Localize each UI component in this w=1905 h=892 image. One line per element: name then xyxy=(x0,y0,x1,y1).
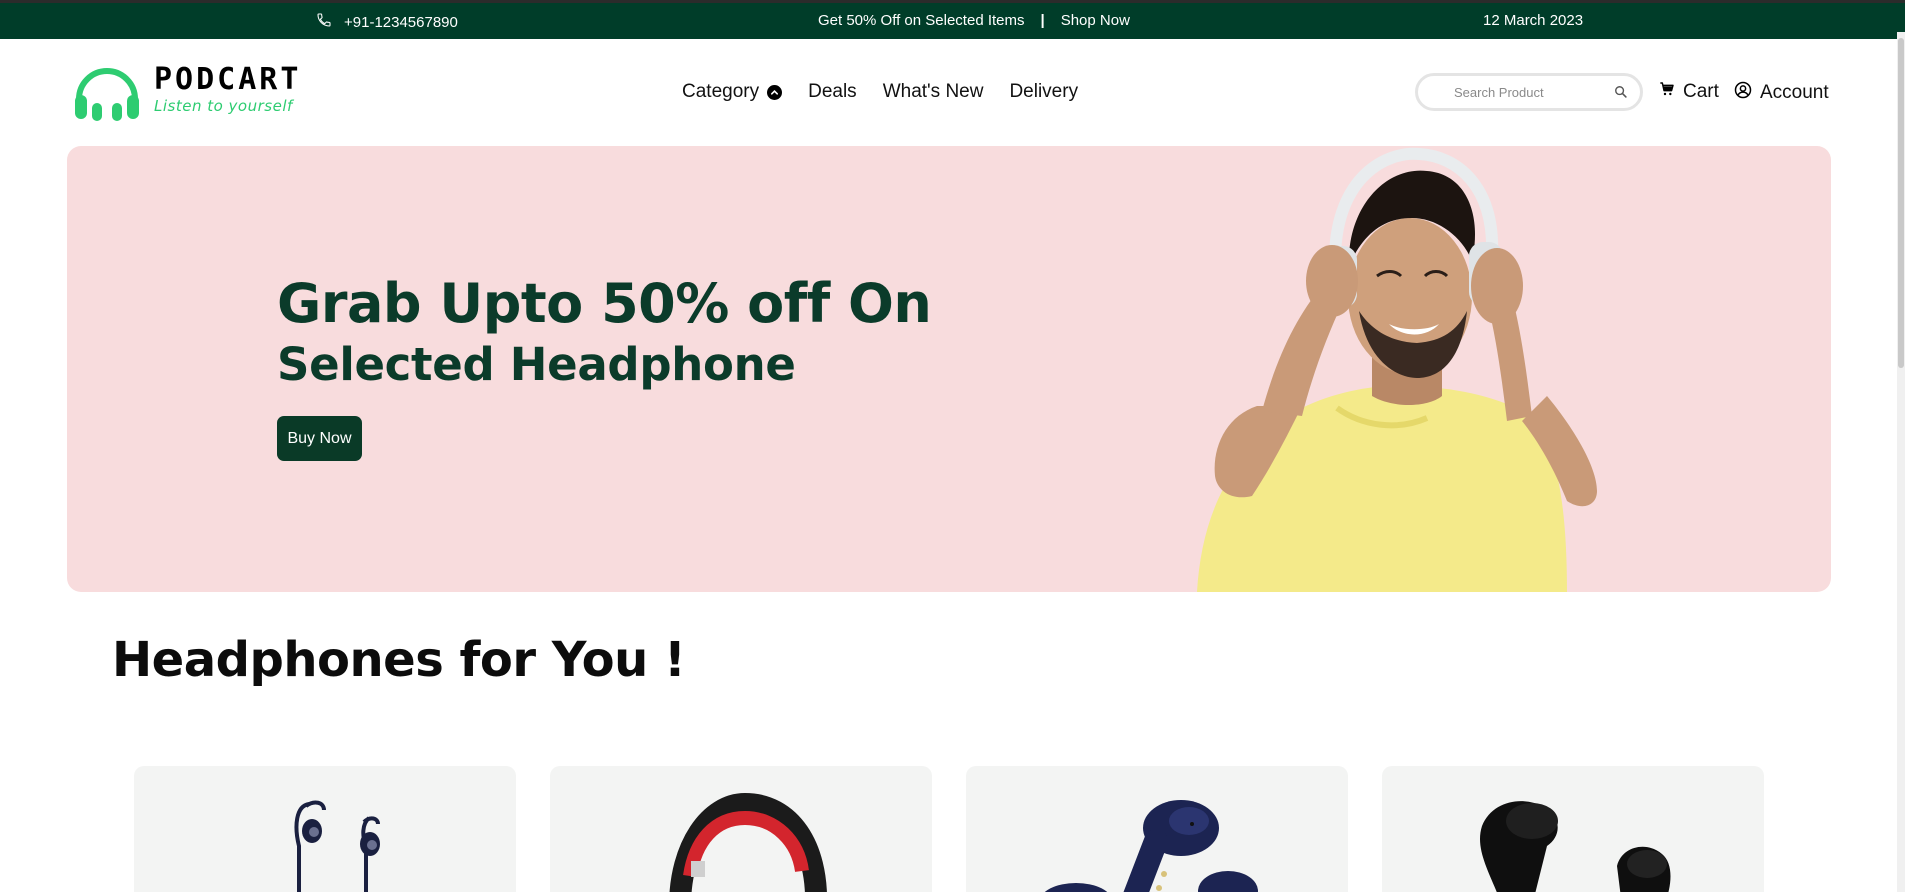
hero-subheadline: Selected Headphone xyxy=(277,338,796,391)
nav-item-category[interactable]: Category xyxy=(682,81,783,103)
wireless-earphones-image xyxy=(294,800,380,892)
cart-button[interactable]: Cart xyxy=(1659,81,1719,103)
search-input[interactable] xyxy=(1454,84,1604,100)
product-card[interactable] xyxy=(1382,766,1764,892)
top-announcement-bar: +91-1234567890 Get 50% Off on Selected I… xyxy=(0,0,1905,39)
topbar-date: 12 March 2023 xyxy=(1483,12,1584,29)
cart-label: Cart xyxy=(1683,81,1719,102)
headphones-icon xyxy=(72,63,142,123)
search-box xyxy=(1415,73,1643,111)
hero-banner: Grab Upto 50% off On Selected Headphone … xyxy=(67,146,1831,592)
topbar-promo: Get 50% Off on Selected Items | Shop Now xyxy=(818,12,1130,29)
nav-item-label: What's New xyxy=(882,81,984,102)
blue-earbuds-image xyxy=(1044,800,1258,892)
page-scrollbar[interactable] xyxy=(1897,32,1905,892)
shop-now-link[interactable]: Shop Now xyxy=(1061,12,1130,29)
nav-item-label: Category xyxy=(682,81,760,102)
promo-text: Get 50% Off on Selected Items xyxy=(818,12,1025,29)
account-button[interactable]: Account xyxy=(1734,81,1829,105)
user-circle-icon xyxy=(1734,81,1752,105)
nav-item-label: Delivery xyxy=(1009,81,1079,102)
scrollbar-thumb[interactable] xyxy=(1898,38,1904,368)
product-card[interactable] xyxy=(966,766,1348,892)
phone-number: +91-1234567890 xyxy=(344,13,458,31)
section-title: Headphones for You ! xyxy=(112,632,686,688)
black-earbuds-image xyxy=(1480,801,1671,892)
brand-tagline: Listen to yourself xyxy=(154,97,293,115)
cart-icon xyxy=(1659,81,1675,103)
chevron-up-icon xyxy=(767,84,783,100)
brand-logo[interactable]: PODCART Listen to yourself xyxy=(72,63,301,123)
brand-name: PODCART xyxy=(154,62,302,97)
hero-image-man-with-headphones xyxy=(1127,146,1687,592)
nav-item-delivery[interactable]: Delivery xyxy=(1009,81,1078,103)
promo-separator: | xyxy=(1040,12,1045,29)
over-ear-headphone-image xyxy=(669,792,827,892)
product-card[interactable] xyxy=(134,766,516,892)
site-header: PODCART Listen to yourself Category Deal… xyxy=(0,39,1905,145)
nav-item-whats-new[interactable]: What's New xyxy=(883,81,984,103)
buy-now-button[interactable]: Buy Now xyxy=(277,416,362,461)
hero-headline: Grab Upto 50% off On xyxy=(277,272,932,335)
topbar-phone: +91-1234567890 xyxy=(316,12,458,32)
search-icon[interactable] xyxy=(1614,85,1628,104)
phone-icon xyxy=(316,12,332,32)
nav-item-label: Deals xyxy=(808,81,857,102)
main-nav: Category Deals What's New Delivery xyxy=(682,81,1078,103)
nav-item-deals[interactable]: Deals xyxy=(808,81,857,103)
product-card[interactable] xyxy=(550,766,932,892)
account-label: Account xyxy=(1760,82,1829,103)
